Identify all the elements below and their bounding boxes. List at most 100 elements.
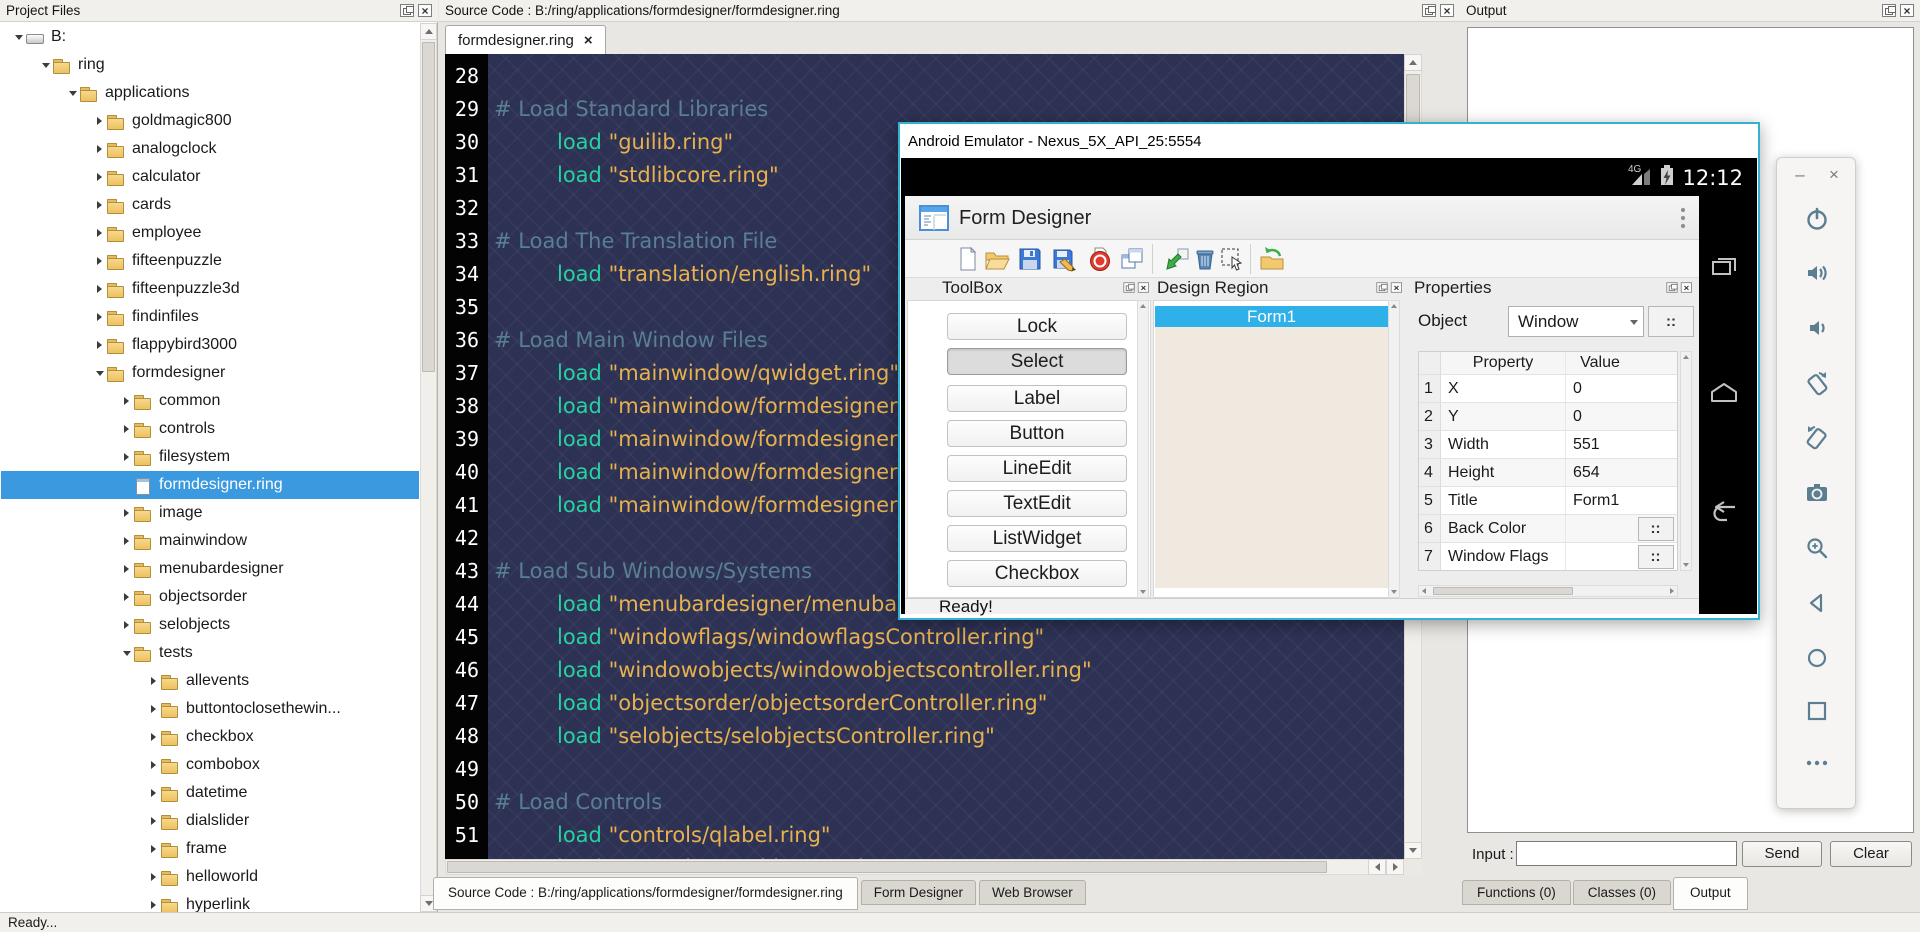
tree-item[interactable]: image — [1, 499, 419, 527]
tree-item[interactable]: cards — [1, 191, 419, 219]
toolbar-save-file-button[interactable] — [1017, 246, 1043, 272]
minimize-button[interactable]: – — [1787, 164, 1813, 186]
tree-item[interactable]: combobox — [1, 751, 419, 779]
nav-back-button[interactable] — [1707, 500, 1743, 526]
emu-overview-button[interactable] — [1804, 698, 1830, 724]
properties-table[interactable]: PropertyValue1X02Y03Width5514Height6545T… — [1418, 351, 1678, 571]
output-tab-output[interactable]: Output — [1673, 877, 1748, 910]
tree-item[interactable]: hyperlink — [1, 891, 419, 912]
form-body[interactable] — [1155, 327, 1388, 588]
toolbar-paste-button[interactable] — [1164, 246, 1190, 272]
tree-expand-arrow[interactable] — [119, 453, 134, 461]
toolbox-lock-button[interactable]: Lock — [947, 313, 1127, 340]
clear-button[interactable]: Clear — [1830, 841, 1912, 867]
toolbar-copy-button[interactable] — [1119, 246, 1145, 272]
toolbar-open-file-button[interactable] — [984, 246, 1010, 272]
toolbar-new-file-button[interactable] — [955, 246, 981, 272]
form-title-bar[interactable]: Form1 — [1155, 306, 1388, 327]
tree-expand-arrow[interactable] — [92, 173, 107, 181]
tree-expand-arrow[interactable] — [119, 537, 134, 545]
property-row[interactable]: 1X0 — [1419, 374, 1677, 402]
tree-item[interactable]: checkbox — [1, 723, 419, 751]
scroll-left-icon[interactable] — [1368, 859, 1386, 875]
toolbox-textedit-button[interactable]: TextEdit — [947, 490, 1127, 517]
emu-rotate-left-button[interactable] — [1804, 370, 1830, 396]
tree-expand-arrow[interactable] — [119, 509, 134, 517]
property-ellipsis-button[interactable]: :: — [1638, 517, 1674, 541]
scroll-down-icon[interactable] — [1404, 842, 1422, 859]
tree-expand-arrow[interactable] — [65, 91, 80, 96]
scroll-right-icon[interactable] — [1386, 859, 1404, 875]
bottom-tab[interactable]: Source Code : B:/ring/applications/formd… — [433, 877, 858, 910]
editor-hscrollbar[interactable] — [445, 859, 1404, 875]
tree-expand-arrow[interactable] — [92, 117, 107, 125]
toolbar-select-tool-button[interactable] — [1219, 246, 1245, 272]
tree-expand-arrow[interactable] — [92, 341, 107, 349]
tree-expand-arrow[interactable] — [119, 425, 134, 433]
toolbar-delete-button[interactable] — [1192, 246, 1218, 272]
tree-expand-arrow[interactable] — [146, 817, 161, 825]
object-select[interactable]: Window — [1508, 306, 1644, 337]
tree-item[interactable]: buttontoclosethewin... — [1, 695, 419, 723]
properties-hscrollbar[interactable] — [1418, 585, 1678, 597]
tree-expand-arrow[interactable] — [38, 63, 53, 68]
design-dock-icons[interactable] — [1376, 282, 1402, 292]
tree-item[interactable]: formdesigner — [1, 359, 419, 387]
scroll-up-icon[interactable] — [1404, 54, 1422, 71]
object-grid-button[interactable]: :: — [1648, 306, 1694, 337]
tree-item[interactable]: findinfiles — [1, 303, 419, 331]
tree-item[interactable]: fifteenpuzzle — [1, 247, 419, 275]
property-row[interactable]: 3Width551 — [1419, 430, 1677, 458]
emu-home-button[interactable] — [1804, 645, 1830, 671]
project-tree[interactable]: B:ringapplicationsgoldmagic800analogcloc… — [1, 23, 419, 912]
design-scrollbar[interactable] — [1388, 300, 1400, 598]
console-input[interactable] — [1516, 841, 1737, 866]
tree-item[interactable]: calculator — [1, 163, 419, 191]
emu-back-button[interactable] — [1804, 590, 1830, 616]
tree-item[interactable]: applications — [1, 79, 419, 107]
close-button[interactable]: × — [1821, 164, 1847, 186]
close-tab-icon[interactable]: × — [584, 32, 593, 49]
tree-expand-arrow[interactable] — [146, 761, 161, 769]
bottom-tab[interactable]: Form Designer — [861, 880, 976, 905]
close-panel-icon[interactable] — [418, 4, 432, 17]
tree-item[interactable]: menubardesigner — [1, 555, 419, 583]
emulator-screen[interactable]: 4G 12:12 Form Designer — [901, 158, 1757, 614]
tree-expand-arrow[interactable] — [11, 35, 26, 40]
tree-expand-arrow[interactable] — [92, 257, 107, 265]
tree-expand-arrow[interactable] — [92, 201, 107, 209]
properties-vscrollbar[interactable] — [1680, 351, 1692, 571]
tree-expand-arrow[interactable] — [146, 705, 161, 713]
tree-item[interactable]: mainwindow — [1, 527, 419, 555]
tree-expand-arrow[interactable] — [146, 873, 161, 881]
toolbox-label-button[interactable]: Label — [947, 385, 1127, 412]
tree-expand-arrow[interactable] — [92, 371, 107, 376]
tree-expand-arrow[interactable] — [92, 285, 107, 293]
float-panel-icon[interactable] — [400, 4, 414, 17]
tree-item[interactable]: tests — [1, 639, 419, 667]
emu-power-button[interactable] — [1804, 206, 1830, 232]
tree-item[interactable]: ring — [1, 51, 419, 79]
toolbar-save-as-button[interactable] — [1052, 246, 1078, 272]
emu-volume-down-button[interactable] — [1804, 315, 1830, 341]
tree-expand-arrow[interactable] — [119, 621, 134, 629]
emu-rotate-right-button[interactable] — [1804, 424, 1830, 450]
tree-expand-arrow[interactable] — [146, 845, 161, 853]
emu-more-button[interactable] — [1804, 750, 1830, 776]
property-row[interactable]: 5TitleForm1 — [1419, 486, 1677, 514]
tree-item[interactable]: selobjects — [1, 611, 419, 639]
tree-item[interactable]: datetime — [1, 779, 419, 807]
property-row[interactable]: 2Y0 — [1419, 402, 1677, 430]
tree-expand-arrow[interactable] — [146, 733, 161, 741]
toolbar-close-file-button[interactable] — [1087, 246, 1113, 272]
output-tab-functions[interactable]: Functions (0) — [1462, 880, 1571, 905]
property-row[interactable]: 4Height654 — [1419, 458, 1677, 486]
emu-screenshot-button[interactable] — [1804, 480, 1830, 506]
property-row[interactable]: 6Back Color:: — [1419, 514, 1677, 542]
tree-expand-arrow[interactable] — [119, 593, 134, 601]
emulator-titlebar[interactable]: Android Emulator - Nexus_5X_API_25:5554 — [900, 124, 1758, 158]
output-tab-classes[interactable]: Classes (0) — [1573, 880, 1671, 905]
property-ellipsis-button[interactable]: :: — [1638, 545, 1674, 569]
tree-expand-arrow[interactable] — [119, 397, 134, 405]
tree-expand-arrow[interactable] — [92, 229, 107, 237]
